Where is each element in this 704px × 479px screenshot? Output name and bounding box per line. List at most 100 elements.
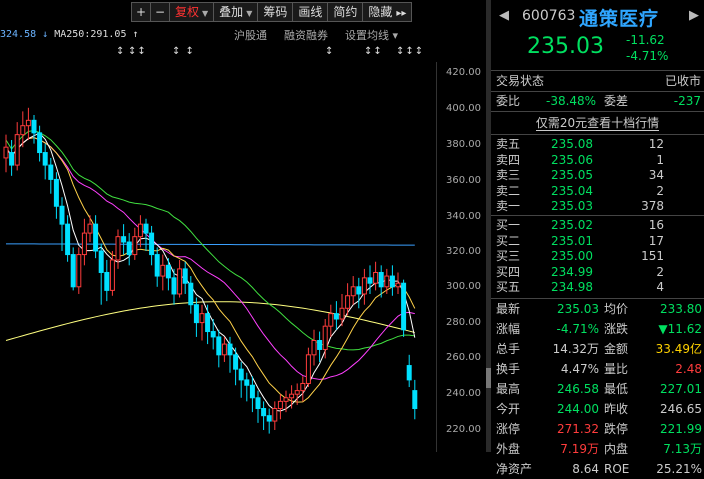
candle[interactable] xyxy=(165,258,171,291)
next-stock-icon[interactable]: ▶ xyxy=(689,8,699,23)
orderbook-row[interactable]: 买一 235.02 16 xyxy=(491,218,704,234)
candle[interactable] xyxy=(328,304,334,337)
candle-body xyxy=(149,232,155,256)
candle[interactable] xyxy=(356,277,362,309)
candle[interactable] xyxy=(266,408,272,434)
candle[interactable] xyxy=(384,268,390,294)
candle-body xyxy=(356,286,362,295)
candle[interactable] xyxy=(182,261,188,294)
stat-label: 内盘 xyxy=(604,441,629,456)
candle[interactable] xyxy=(31,114,37,144)
stat-value: 246.58 xyxy=(557,381,599,396)
candle[interactable] xyxy=(25,107,31,141)
candle[interactable] xyxy=(221,336,227,362)
candle[interactable] xyxy=(389,265,395,296)
candle[interactable] xyxy=(121,224,127,255)
candle[interactable] xyxy=(9,140,15,176)
candle[interactable] xyxy=(216,329,222,368)
candle[interactable] xyxy=(42,143,48,180)
orderbook-row[interactable]: 卖五 235.08 12 xyxy=(491,137,704,153)
candle[interactable] xyxy=(177,259,183,298)
candle[interactable] xyxy=(70,247,76,291)
stat-value: 33.49亿 xyxy=(655,341,702,356)
kline-chart-area[interactable]: + − 复权 ▼ 叠加 ▼ 筹码 画线 简约 隐藏 ▸▸ 324.58 ↓ MA250… xyxy=(0,0,486,452)
orderbook-row[interactable]: 买二 235.01 17 xyxy=(491,234,704,250)
candle[interactable] xyxy=(350,276,356,305)
orderbook-price: 235.05 xyxy=(551,168,593,183)
candle[interactable] xyxy=(14,122,20,171)
candle[interactable] xyxy=(333,301,339,330)
candle[interactable] xyxy=(261,401,267,430)
candle[interactable] xyxy=(126,233,132,266)
candle-body xyxy=(93,223,99,252)
orderbook-volume: 17 xyxy=(648,233,664,248)
orderbook-level-label: 买一 xyxy=(496,217,521,232)
candle[interactable] xyxy=(81,218,87,266)
candle[interactable] xyxy=(277,394,283,420)
candle[interactable] xyxy=(300,376,306,402)
candle-body xyxy=(311,340,317,356)
candle[interactable] xyxy=(193,297,199,337)
orderbook-row[interactable]: 买五 234.98 4 xyxy=(491,280,704,296)
candle[interactable] xyxy=(137,215,143,248)
orderbook-row[interactable]: 卖二 235.04 2 xyxy=(491,184,704,200)
candle[interactable] xyxy=(395,272,401,294)
stat-label: 均价 xyxy=(604,301,629,316)
orderbook-row[interactable]: 卖四 235.06 1 xyxy=(491,153,704,169)
candle[interactable] xyxy=(76,247,82,294)
orderbook-row[interactable]: 卖一 235.03 378 xyxy=(491,199,704,215)
candle[interactable] xyxy=(93,215,99,259)
prev-stock-icon[interactable]: ◀ xyxy=(499,8,509,23)
candle[interactable] xyxy=(367,265,373,294)
candle[interactable] xyxy=(311,329,317,366)
candle-body xyxy=(221,343,227,356)
candle[interactable] xyxy=(87,215,93,243)
candle[interactable] xyxy=(98,243,104,305)
candle[interactable] xyxy=(160,254,166,291)
candle[interactable] xyxy=(149,225,155,266)
candle[interactable] xyxy=(132,227,138,260)
level10-link-text[interactable]: 仅需20元查看十档行情 xyxy=(535,116,660,131)
candle[interactable] xyxy=(53,172,59,219)
candle[interactable] xyxy=(205,304,211,345)
candle-body xyxy=(182,268,188,284)
candle[interactable] xyxy=(37,125,43,162)
candle[interactable] xyxy=(317,331,323,362)
candle-body xyxy=(378,271,384,288)
candle[interactable] xyxy=(412,379,418,420)
candle[interactable] xyxy=(272,401,278,430)
candle[interactable] xyxy=(65,215,71,262)
candle[interactable] xyxy=(115,229,121,269)
orderbook-volume: 4 xyxy=(656,280,664,295)
candlestick-chart[interactable] xyxy=(0,0,436,452)
level10-link[interactable]: 仅需20元查看十档行情 xyxy=(491,112,704,134)
candle[interactable] xyxy=(244,372,250,402)
candle[interactable] xyxy=(154,247,160,287)
candle[interactable] xyxy=(59,197,65,251)
stat-label: 跌停 xyxy=(604,421,629,436)
candle[interactable] xyxy=(373,261,379,291)
candle[interactable] xyxy=(249,376,255,413)
candle[interactable] xyxy=(283,390,289,413)
candle[interactable] xyxy=(199,304,205,341)
candle[interactable] xyxy=(188,276,194,314)
orderbook-row[interactable]: 买四 234.99 2 xyxy=(491,265,704,281)
candle[interactable] xyxy=(401,279,407,337)
candle[interactable] xyxy=(255,390,261,423)
orderbook-volume: 378 xyxy=(641,199,664,214)
candle[interactable] xyxy=(322,319,328,359)
candle[interactable] xyxy=(406,354,412,388)
stat-value: 2.48 xyxy=(675,361,702,376)
candle[interactable] xyxy=(48,157,54,194)
orderbook-row[interactable]: 买三 235.00 151 xyxy=(491,249,704,265)
orderbook-row[interactable]: 卖三 235.05 34 xyxy=(491,168,704,184)
candle[interactable] xyxy=(305,347,311,388)
candle[interactable] xyxy=(361,268,367,305)
orderbook-level-label: 卖四 xyxy=(496,152,521,167)
stat-value: 227.01 xyxy=(660,381,702,396)
candle-body xyxy=(154,254,160,277)
candle[interactable] xyxy=(3,134,9,173)
candle[interactable] xyxy=(238,361,244,398)
candle-body xyxy=(59,205,65,225)
candle[interactable] xyxy=(104,259,110,302)
